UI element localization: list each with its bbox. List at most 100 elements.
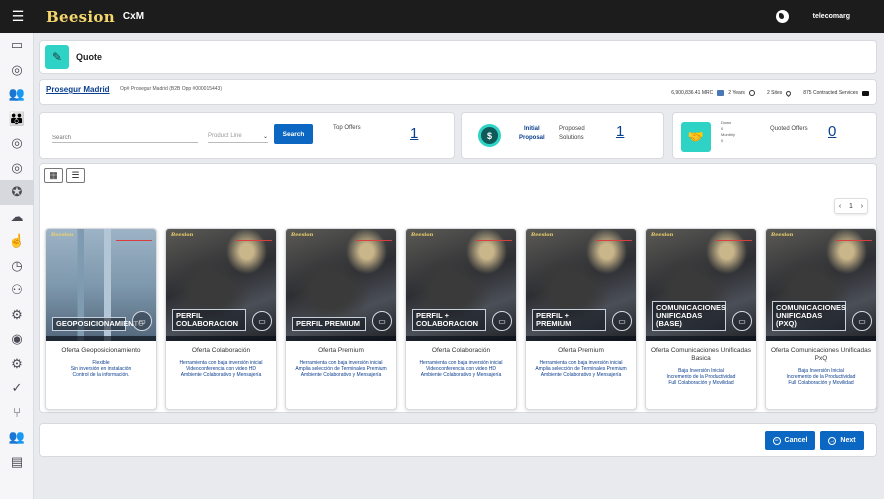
user-name[interactable]: telecomarg (813, 13, 850, 20)
offer-image-title: GEOPOSICIONAMIENTO (52, 317, 144, 331)
offer-description: Flexible Sin inversión en instalación Cont… (46, 360, 156, 378)
top-offers-count[interactable]: 1 (410, 125, 418, 142)
pager: ‹ 1 › (834, 198, 868, 214)
offer-card[interactable]: Beesion COMUNICACIONES UNIFICADAS (Base)… (645, 228, 757, 410)
offer-image-logo: Beesion (651, 232, 674, 238)
offer-description: Herramienta con baja inversión inicial Am… (286, 360, 396, 378)
offer-image-logo: Beesion (171, 232, 194, 238)
offer-image-line (356, 240, 392, 241)
offer-name: Oferta Premium (558, 347, 604, 354)
chevron-down-icon: ⌄ (262, 134, 268, 140)
offer-description: Herramienta con baja inversión inicial Am… (526, 360, 636, 378)
sites-value: 2 Sites (766, 90, 783, 96)
sidebar: ▭ ◎ 👥 👪 ◎ ◎ ✪ ☁ ☝ ◷ ⚇ ⚙ ◉ ⚙ ✓ ⑂ 👥 ▤ (0, 33, 34, 499)
next-button[interactable]: → Next (820, 431, 864, 450)
offer-desc-line: Ambiente Colaborativo y Mensajería (300, 372, 382, 378)
docs-icon[interactable]: ▤ (0, 450, 34, 475)
offer-image: Beesion PERFIL + PREMIUM ▭ (526, 229, 636, 341)
offer-card[interactable]: Beesion GEOPOSICIONAMIENTO ▭ Oferta Geop… (45, 228, 157, 410)
team-icon[interactable]: ⚇ (0, 278, 34, 303)
offers-panel: ▦ ☰ ‹ 1 › Beesion GEOPOSICIONAMIENTO ▭ O… (39, 163, 877, 413)
offers-icon[interactable]: ✪ (0, 180, 34, 205)
top-offers-label: Top Offers (333, 125, 361, 131)
offer-desc-line: Ambiente Colaborativo y Mensajería (180, 372, 262, 378)
chevron-left-icon[interactable]: ‹ (839, 203, 841, 210)
initial-proposal-card: $ Initial Proposal Proposed Solutions 1 (461, 112, 664, 159)
tv-icon: ▭ (492, 311, 512, 331)
offer-image-logo: Beesion (51, 232, 74, 238)
proposed-solutions-count[interactable]: 1 (616, 123, 624, 140)
search-input[interactable] (52, 133, 198, 143)
goal-icon[interactable]: ◎ (0, 131, 34, 156)
services-value: 875 Contracted Services (803, 90, 858, 96)
offer-image-title: PERFIL COLABORACION (172, 309, 246, 331)
offer-image: Beesion COMUNICACIONES UNIFICADAS (PxQ) … (766, 229, 876, 341)
money-icon (717, 90, 725, 96)
offer-name: Oferta Comunicaciones Unificadas PxQ (770, 347, 872, 362)
offer-image-title: COMUNICACIONES UNIFICADAS (Base) (652, 301, 726, 331)
locate-icon[interactable]: ◉ (0, 327, 34, 352)
campaign-icon[interactable]: ◎ (0, 156, 34, 181)
cancel-label: Cancel (784, 437, 808, 444)
hand-icon[interactable]: ☝ (0, 229, 34, 254)
dollar-cycle-icon: $ (478, 124, 501, 147)
product-line-select[interactable]: Product Line ⌄ (208, 133, 268, 143)
quote-header: ✎ Quote (39, 40, 877, 74)
account-summary: 6,900,836.41 MRC 2 Years 2 Sites 875 Con… (671, 89, 869, 97)
proposed-line1: Proposed (559, 126, 585, 132)
offer-description: Herramienta con baja inversión inicial Vi… (406, 360, 516, 378)
chevron-right-icon[interactable]: › (861, 203, 863, 210)
groups-icon[interactable]: 👪 (0, 107, 34, 132)
account-bar: Prosegur Madrid Op# Prosegur Madrid (B2B… (39, 79, 877, 105)
offer-image-line (716, 240, 752, 241)
assign-icon[interactable]: ✓ (0, 376, 34, 401)
offer-image-footer (46, 336, 156, 341)
flow-icon[interactable]: ⑂ (0, 401, 34, 426)
offer-image-line (596, 240, 632, 241)
tv-icon: ▭ (252, 311, 272, 331)
settings-icon[interactable]: ⚙ (0, 303, 34, 328)
offer-image-logo: Beesion (771, 232, 794, 238)
product-line-label: Product Line (208, 133, 242, 139)
offer-image-logo: Beesion (531, 232, 554, 238)
monthly-value: 0 (721, 138, 724, 143)
offers-row: Beesion GEOPOSICIONAMIENTO ▭ Oferta Geop… (45, 228, 877, 410)
account-link[interactable]: Prosegur Madrid (46, 85, 110, 94)
offer-card[interactable]: Beesion COMUNICACIONES UNIFICADAS (PxQ) … (765, 228, 877, 410)
globe-icon[interactable] (775, 10, 789, 23)
quoted-offers-card: 🤝 Down 0 Monthly 0 Quoted Offers 0 (672, 112, 877, 159)
offer-card[interactable]: Beesion PERFIL COLABORACION ▭ Oferta Col… (165, 228, 277, 410)
upload-icon[interactable]: ☁ (0, 205, 34, 230)
hamburger-icon[interactable]: ☰ (0, 8, 36, 25)
list-view-icon[interactable]: ☰ (66, 168, 85, 183)
initial-proposal-label[interactable]: Initial Proposal (519, 125, 545, 143)
initial-label-line1: Initial (524, 126, 540, 132)
offer-card[interactable]: Beesion PERFIL + PREMIUM ▭ Oferta Premiu… (525, 228, 637, 410)
offer-image: Beesion COMUNICACIONES UNIFICADAS (Base)… (646, 229, 756, 341)
gear-icon[interactable]: ⚙ (0, 352, 34, 377)
window-icon[interactable]: ▭ (0, 33, 34, 58)
years-value: 2 Years (728, 90, 745, 96)
search-button[interactable]: Search (274, 124, 313, 144)
offer-image-footer (646, 336, 756, 341)
quoted-offers-label: Quoted Offers (770, 126, 808, 132)
clock-icon[interactable]: ◷ (0, 254, 34, 279)
partners-icon[interactable]: 👥 (0, 425, 34, 450)
grid-view-icon[interactable]: ▦ (44, 168, 63, 183)
quoted-offers-count[interactable]: 0 (828, 123, 836, 140)
offer-image-footer (406, 336, 516, 341)
offer-image-footer (166, 336, 276, 341)
arrow-right-icon: → (828, 436, 837, 445)
offer-desc-line: Full Colaboración y Movilidad (788, 380, 854, 386)
offer-card[interactable]: Beesion PERFIL PREMIUM ▭ Oferta Premium … (285, 228, 397, 410)
page-number: 1 (849, 202, 853, 210)
pencil-icon: ✎ (45, 45, 69, 69)
cancel-button[interactable]: − Cancel (765, 431, 815, 450)
customers-icon[interactable]: 👥 (0, 82, 34, 107)
tv-icon: ▭ (132, 311, 152, 331)
offer-card[interactable]: Beesion PERFIL + COLABORACION ▭ Oferta C… (405, 228, 517, 410)
offer-description: Herramienta con baja inversión inicial Vi… (166, 360, 276, 378)
offer-desc-line: Ambiente Colaborativo y Mensajería (540, 372, 622, 378)
target-icon[interactable]: ◎ (0, 58, 34, 83)
offer-image-footer (286, 336, 396, 341)
